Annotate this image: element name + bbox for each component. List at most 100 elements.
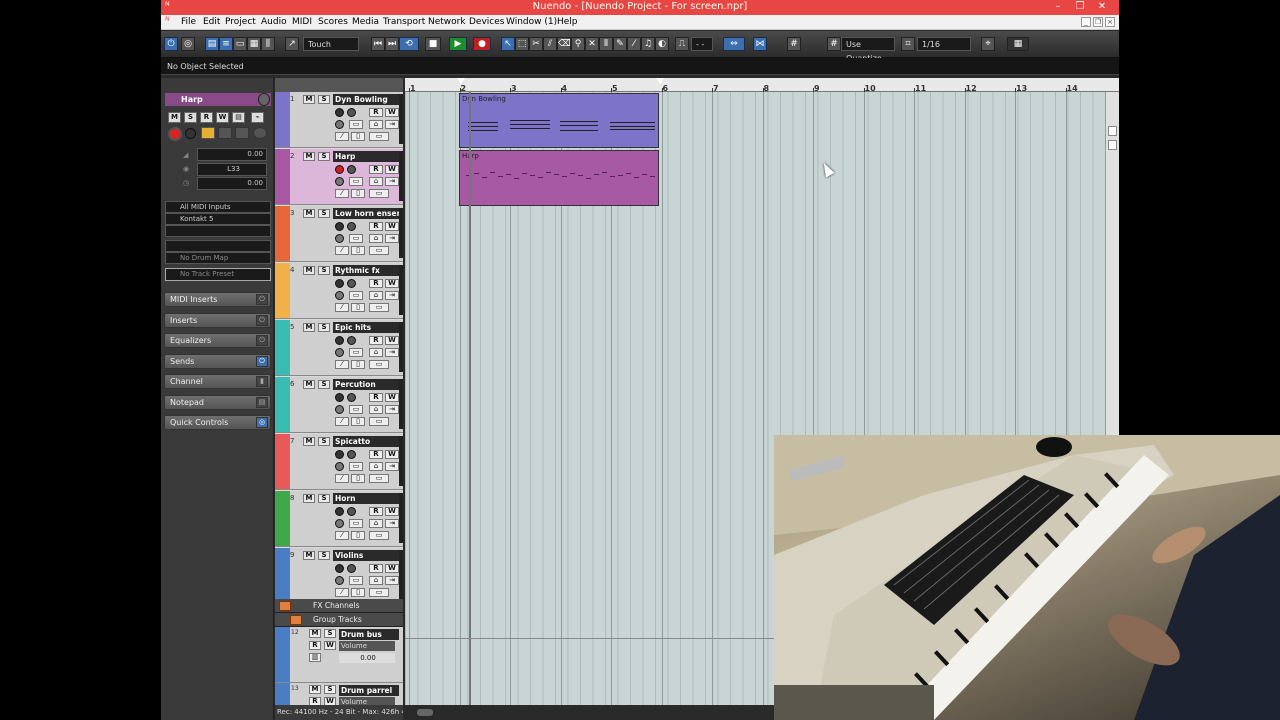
- bypass-icon[interactable]: ⏻: [256, 294, 268, 305]
- folder-icon[interactable]: ▯: [351, 531, 365, 540]
- timebase-icon[interactable]: [335, 348, 344, 357]
- lane-icon[interactable]: ⇥: [385, 576, 399, 585]
- record-enable-icon[interactable]: [335, 564, 344, 573]
- inspector-read-button[interactable]: R: [200, 112, 213, 123]
- automation-value[interactable]: 0.00: [339, 653, 395, 663]
- mute-button[interactable]: M: [303, 494, 315, 503]
- write-button[interactable]: W: [324, 641, 336, 650]
- lane-icon[interactable]: ⇥: [385, 120, 399, 129]
- drum-map-select[interactable]: No Drum Map: [165, 252, 271, 264]
- drum-map-icon[interactable]: ⁄: [335, 189, 349, 198]
- erase-tool-icon[interactable]: ⌫: [557, 37, 571, 51]
- track-row[interactable]: 7 M S Spicatto R W ▭ ⌂ ⇥ ⁄ ▯ ▭: [275, 434, 403, 490]
- read-button[interactable]: R: [369, 222, 383, 231]
- section-channel[interactable]: Channel ▮: [164, 374, 271, 389]
- edit-icon[interactable]: ▭: [349, 291, 363, 300]
- automation-mode-icon[interactable]: ↗: [285, 37, 299, 51]
- show-overview-icon[interactable]: ▭: [233, 37, 247, 51]
- section-quick-controls[interactable]: Quick Controls ◎: [164, 415, 271, 430]
- solo-button[interactable]: S: [318, 95, 330, 104]
- inspector-write-button[interactable]: W: [216, 112, 229, 123]
- folder-icon[interactable]: ▯: [351, 417, 365, 426]
- monitor-icon[interactable]: [347, 507, 356, 516]
- lock-icon[interactable]: ⌂: [369, 405, 383, 414]
- edit-icon[interactable]: ▭: [349, 405, 363, 414]
- glue-tool-icon[interactable]: ⫽: [543, 37, 557, 51]
- write-button[interactable]: W: [385, 279, 399, 288]
- drum-map-icon[interactable]: ⁄: [335, 132, 349, 141]
- drum-map-icon[interactable]: ⁄: [335, 417, 349, 426]
- section-notepad[interactable]: Notepad ▤: [164, 395, 271, 410]
- track-row[interactable]: 8 M S Horn R W ▭ ⌂ ⇥ ⁄ ▯ ▭: [275, 491, 403, 547]
- folder-group-tracks[interactable]: Group Tracks: [275, 613, 403, 627]
- read-button[interactable]: R: [369, 279, 383, 288]
- edit-icon[interactable]: ▭: [349, 177, 363, 186]
- mute-button[interactable]: M: [303, 266, 315, 275]
- lane-icon[interactable]: ⇥: [385, 177, 399, 186]
- monitor-icon[interactable]: [347, 336, 356, 345]
- menu-audio[interactable]: Audio: [261, 17, 287, 27]
- timebase-icon[interactable]: [335, 462, 344, 471]
- drum-map-icon[interactable]: ⁄: [335, 531, 349, 540]
- write-button[interactable]: W: [385, 564, 399, 573]
- lane-icon[interactable]: ⇥: [385, 291, 399, 300]
- drum-map-icon[interactable]: ⁄: [335, 588, 349, 597]
- minimize-button[interactable]: –: [1047, 0, 1069, 15]
- zoom-tool-icon[interactable]: ⚲: [571, 37, 585, 51]
- write-button[interactable]: W: [385, 108, 399, 117]
- close-button[interactable]: ✕: [1091, 0, 1113, 15]
- section-inserts[interactable]: Inserts ⏻: [164, 313, 271, 328]
- edit-icon[interactable]: ▭: [349, 348, 363, 357]
- menu-file[interactable]: File: [181, 17, 196, 27]
- solo-button[interactable]: S: [318, 266, 330, 275]
- timebase-icon[interactable]: [335, 234, 344, 243]
- write-button[interactable]: W: [385, 507, 399, 516]
- auto-select-events-icon[interactable]: ⋈: [753, 37, 767, 51]
- lane-icon[interactable]: ⇥: [385, 519, 399, 528]
- grid-type-select[interactable]: Use Quantize: [841, 37, 895, 63]
- folder-icon[interactable]: ▯: [351, 474, 365, 483]
- menu-help[interactable]: Help: [557, 17, 578, 27]
- automation-param[interactable]: Volume: [339, 641, 395, 651]
- freeze-icon[interactable]: ▭: [369, 132, 389, 141]
- menu-midi[interactable]: MIDI: [292, 17, 312, 27]
- record-enable-icon[interactable]: [168, 127, 182, 141]
- color-tool-icon[interactable]: ◐: [655, 37, 669, 51]
- scroll-thumb[interactable]: [1108, 126, 1117, 136]
- record-enable-icon[interactable]: [335, 507, 344, 516]
- snap-on-off-icon[interactable]: #: [787, 37, 801, 51]
- section-sends[interactable]: Sends ⏻: [164, 354, 271, 369]
- quantize-select[interactable]: 1/16: [917, 37, 971, 51]
- freeze-icon[interactable]: ▭: [369, 588, 389, 597]
- track-row[interactable]: 6 M S Percution R W ▭ ⌂ ⇥ ⁄ ▯ ▭: [275, 377, 403, 433]
- timebase-icon[interactable]: [335, 177, 344, 186]
- solo-button[interactable]: S: [318, 380, 330, 389]
- mute-button[interactable]: M: [303, 209, 315, 218]
- mute-button[interactable]: M: [309, 685, 321, 694]
- inspector-edit-icon[interactable]: ▤: [232, 112, 245, 123]
- drum-map-icon[interactable]: ⁄: [335, 303, 349, 312]
- track-row[interactable]: 1 M S Dyn Bowling R W ▭ ⌂ ⇥ ⁄ ▯ ▭: [275, 92, 403, 148]
- write-button[interactable]: W: [385, 336, 399, 345]
- automation-mode-select[interactable]: Touch: [303, 37, 359, 51]
- sends-active-icon[interactable]: ⏻: [256, 356, 268, 367]
- folder-icon[interactable]: ▯: [351, 189, 365, 198]
- monitor-icon[interactable]: [347, 108, 356, 117]
- solo-button[interactable]: S: [324, 685, 336, 694]
- monitor-icon[interactable]: [347, 393, 356, 402]
- solo-button[interactable]: S: [318, 209, 330, 218]
- lock-icon[interactable]: ⌂: [369, 177, 383, 186]
- bank-select[interactable]: [165, 240, 271, 252]
- lane-icon[interactable]: ⇥: [385, 348, 399, 357]
- track-row[interactable]: 9 M S Violins R W ▭ ⌂ ⇥ ⁄ ▯ ▭: [275, 548, 403, 604]
- write-button[interactable]: W: [385, 393, 399, 402]
- section-equalizers[interactable]: Equalizers ⏻: [164, 333, 271, 348]
- lock-icon[interactable]: ⌂: [369, 120, 383, 129]
- menu-window[interactable]: Window (1): [506, 17, 557, 27]
- show-pool-icon[interactable]: ▦: [247, 37, 261, 51]
- folder-icon[interactable]: ▯: [351, 588, 365, 597]
- delay-field[interactable]: 0.00: [197, 177, 267, 190]
- scroll-thumb[interactable]: [417, 709, 433, 716]
- freeze-icon[interactable]: [253, 127, 267, 139]
- menu-edit[interactable]: Edit: [203, 17, 220, 27]
